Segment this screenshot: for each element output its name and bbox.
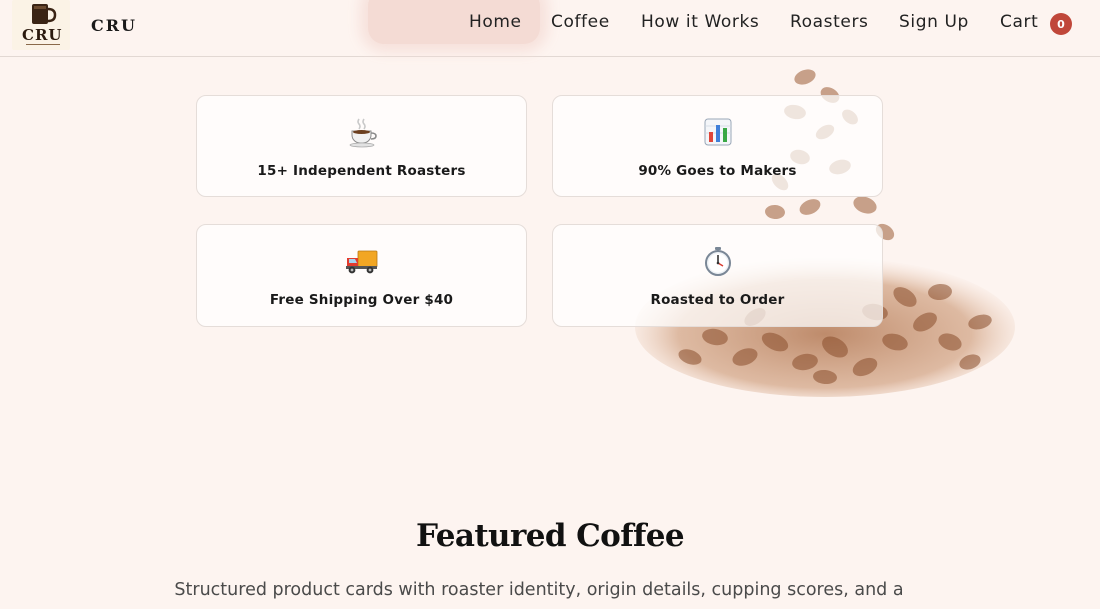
cart-count-badge[interactable]: 0	[1050, 13, 1072, 35]
bar-chart-icon	[553, 116, 882, 148]
nav-cart[interactable]: Cart	[1000, 12, 1038, 32]
stat-card-makers: 90% Goes to Makers	[552, 95, 883, 197]
stat-card-roasted: Roasted to Order	[552, 224, 883, 327]
stat-card-roasters: 15+ Independent Roasters	[196, 95, 527, 197]
nav-roasters[interactable]: Roasters	[790, 12, 869, 32]
nav-coffee[interactable]: Coffee	[551, 12, 610, 32]
site-header: CRU CRU Home Coffee How it Works Roaster…	[0, 0, 1100, 57]
nav-home[interactable]: Home	[469, 12, 522, 32]
stat-label: Free Shipping Over $40	[269, 292, 454, 308]
delivery-truck-icon	[197, 245, 526, 277]
coffee-cup-icon	[197, 116, 526, 148]
stat-label: 90% Goes to Makers	[638, 163, 797, 179]
featured-coffee-subtitle: Structured product cards with roaster id…	[174, 580, 904, 600]
nav-sign-up[interactable]: Sign Up	[899, 12, 969, 32]
stat-card-shipping: Free Shipping Over $40	[196, 224, 527, 327]
stat-label: Roasted to Order	[650, 292, 785, 308]
brand-name[interactable]: CRU	[91, 16, 137, 35]
stat-label: 15+ Independent Roasters	[257, 163, 466, 179]
logo[interactable]: CRU	[12, 0, 70, 50]
logo-text: CRU	[22, 26, 63, 44]
nav-how-it-works[interactable]: How it Works	[641, 12, 759, 32]
stopwatch-icon	[553, 245, 882, 277]
featured-coffee-heading: Featured Coffee	[416, 518, 685, 554]
